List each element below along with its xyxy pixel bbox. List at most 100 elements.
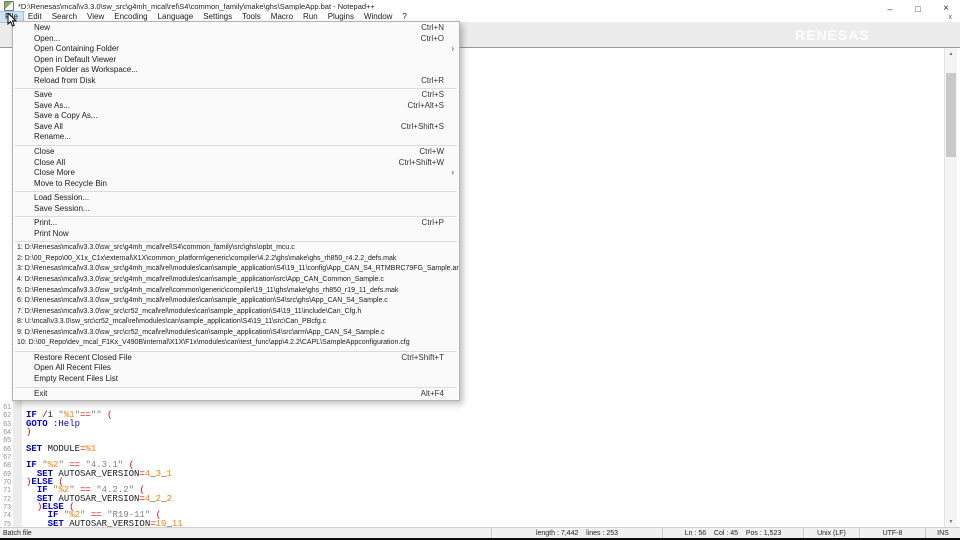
menu-item-shortcut: Alt+F4	[420, 388, 444, 398]
renesas-watermark: RENESAS	[795, 27, 870, 43]
code-line: 67	[0, 453, 940, 461]
menu-item-rename[interactable]: Rename...	[13, 132, 459, 143]
menu-item-label: Open Folder as Workspace...	[34, 65, 138, 75]
code-lines: 61 62 IF /i "%1"=="" (63 GOTO :Help 64) 65 66 S…	[0, 403, 940, 527]
status-doc-type: Batch file	[3, 529, 32, 537]
menu-item-label: Open Containing Folder	[34, 44, 119, 54]
status-bar: Batch file length : 7,442 lines : 253 Ln…	[0, 527, 960, 538]
status-eol-format: Unix (LF)	[803, 528, 859, 538]
code-text: SET MODULE=%1	[26, 443, 97, 454]
menu-item-save[interactable]: Save Ctrl+S	[13, 90, 459, 101]
menu-item-label: 3: D:\Renesas\mcal\v3.3.0\sw_src\g4mh_mc…	[17, 265, 459, 273]
menu-item-open-all-recent-files[interactable]: Open All Recent Files	[13, 363, 459, 374]
menu-item-print-now[interactable]: Print Now	[13, 229, 459, 240]
menu-item-save-as[interactable]: Save As... Ctrl+Alt+S	[13, 101, 459, 112]
code-line: 72 SET AUTOSAR_VERSION=4_2_2	[0, 494, 940, 503]
status-cursor-position: Ln : 56 Col : 45 Pos : 1,523	[662, 528, 803, 538]
menu-item-exit[interactable]: Exit Alt+F4	[13, 389, 459, 400]
menu-item-recent-file[interactable]: 6: D:\Renesas\mcal\v3.3.0\sw_src\g4mh_mc…	[13, 296, 459, 307]
code-text: SET AUTOSAR_VERSION=19_11	[47, 518, 183, 527]
menu-item-label: Move to Recycle Bin	[34, 178, 107, 188]
menu-item-shortcut: Ctrl+S	[421, 90, 444, 100]
menu-item-print[interactable]: Print... Ctrl+P	[13, 218, 459, 229]
file-menu-dropdown: New Ctrl+N Open... Ctrl+O Open Containing Fo…	[12, 21, 460, 402]
menu-item-label: 5: D:\Renesas\mcal\v3.3.0\sw_src\g4mh_mc…	[17, 286, 399, 294]
close-button[interactable]: ×	[932, 0, 960, 17]
menu-item-shortcut: Ctrl+Shift+W	[398, 157, 444, 167]
code-line: 65	[0, 436, 940, 444]
menu-item-recent-file[interactable]: 4: D:\Renesas\mcal\v3.3.0\sw_src\g4mh_mc…	[13, 275, 459, 286]
code-text: GOTO :Help	[26, 418, 81, 429]
notepadpp-app-icon	[4, 1, 14, 11]
menu-item-shortcut: Ctrl+P	[421, 218, 444, 228]
menu-item-reload-from-disk[interactable]: Reload from Disk Ctrl+R	[13, 76, 459, 87]
status-insert-mode: INS	[925, 528, 960, 538]
scroll-up-icon[interactable]: ▲	[945, 48, 957, 59]
menu-item-label: Save a Copy As...	[34, 111, 98, 121]
menu-item-shortcut: Ctrl+R	[421, 75, 444, 85]
menu-item-restore-recent-closed-file[interactable]: Restore Recent Closed File Ctrl+Shift+T	[13, 353, 459, 364]
menu-item-shortcut: Ctrl+W	[419, 147, 444, 157]
menu-item-label: 9: D:\Renesas\mcal\v3.3.0\sw_src\cr52_mc…	[17, 328, 385, 336]
vertical-scrollbar[interactable]: ▲ ▼	[944, 48, 957, 527]
menu-item-label: Restore Recent Closed File	[34, 352, 132, 362]
menu-item-recent-file[interactable]: 8: U:\mcal\v3.3.0\sw_src\cr52_mcal\rel\m…	[13, 317, 459, 328]
minimize-button[interactable]: –	[876, 0, 904, 17]
scrollbar-thumb[interactable]	[946, 73, 956, 157]
window-controls: – □ ×	[876, 0, 960, 18]
menu-item-save-all[interactable]: Save All Ctrl+Shift+S	[13, 122, 459, 133]
code-text: )	[26, 427, 32, 438]
menu-item-save-session[interactable]: Save Session...	[13, 204, 459, 215]
menu-item-recent-file[interactable]: 9: D:\Renesas\mcal\v3.3.0\sw_src\cr52_mc…	[13, 328, 459, 339]
menu-item-shortcut: Ctrl+O	[420, 33, 444, 43]
menu-item-recent-file[interactable]: 5: D:\Renesas\mcal\v3.3.0\sw_src\g4mh_mc…	[13, 286, 459, 297]
menu-item-recent-file[interactable]: 10: D:\00_Repo\dev_mcal_F1Kx_V490B\inter…	[13, 338, 459, 349]
menu-item-recent-file[interactable]: 2: D:\00_Repo\00_X1x_C1x\external\X1X\co…	[13, 254, 459, 265]
menu-item-close[interactable]: Close Ctrl+W	[13, 147, 459, 158]
menu-item-shortcut: Ctrl+Shift+T	[401, 352, 444, 362]
menu-item-open-containing-folder[interactable]: Open Containing Folder ›	[13, 44, 459, 55]
scroll-down-icon[interactable]: ▼	[945, 516, 957, 527]
menu-item-open-in-default-viewer[interactable]: Open in Default Viewer	[13, 55, 459, 66]
code-line: 69 SET AUTOSAR_VERSION=4_3_1	[0, 469, 940, 478]
menu-item-label: 6: D:\Renesas\mcal\v3.3.0\sw_src\g4mh_mc…	[17, 297, 388, 305]
code-line: 64)	[0, 427, 940, 438]
menu-item-label: Save All	[34, 121, 63, 131]
status-length-lines: length : 7,442 lines : 253	[491, 528, 662, 538]
menu-item-label: Close	[34, 147, 55, 157]
menu-item-empty-recent-files-list[interactable]: Empty Recent Files List	[13, 374, 459, 385]
menu-item-close-all[interactable]: Close All Ctrl+Shift+W	[13, 158, 459, 169]
menu-item-label: 10: D:\00_Repo\dev_mcal_F1Kx_V490B\inter…	[17, 339, 410, 347]
menu-item-recent-file[interactable]: 1: D:\Renesas\mcal\v3.3.0\sw_src\g4mh_mc…	[13, 243, 459, 254]
menu-item-label: Empty Recent Files List	[34, 373, 119, 383]
title-bar: *D:\Renesas\mcal\v3.3.0\sw_src\g4mh_mcal…	[0, 0, 960, 12]
menu-item-move-to-recycle-bin[interactable]: Move to Recycle Bin	[13, 179, 459, 190]
menu-item-open-folder-as-workspace[interactable]: Open Folder as Workspace...	[13, 65, 459, 76]
window-title: *D:\Renesas\mcal\v3.3.0\sw_src\g4mh_mcal…	[18, 1, 375, 11]
code-line: 61	[0, 403, 940, 411]
menu-item-close-more[interactable]: Close More ›	[13, 168, 459, 179]
menu-item-label: Reload from Disk	[34, 75, 96, 85]
menu-item-label: New	[34, 23, 51, 32]
menu-item-label: Open...	[34, 33, 61, 43]
maximize-button[interactable]: □	[904, 0, 932, 17]
menu-item-label: Print...	[34, 218, 58, 228]
menu-item-label: 4: D:\Renesas\mcal\v3.3.0\sw_src\g4mh_mc…	[17, 276, 384, 284]
menu-item-recent-file[interactable]: 7: D:\Renesas\mcal\v3.3.0\sw_src\cr52_mc…	[13, 307, 459, 318]
menu-item-label: Save	[34, 90, 53, 100]
menu-item-open[interactable]: Open... Ctrl+O	[13, 34, 459, 45]
menu-item-label: Close More	[34, 168, 75, 178]
code-line: 75 SET AUTOSAR_VERSION=19_11	[0, 518, 940, 527]
submenu-arrow-icon: ›	[451, 168, 454, 178]
menu-item-label: 2: D:\00_Repo\00_X1x_C1x\external\X1X\co…	[17, 254, 397, 262]
mouse-cursor	[7, 13, 18, 27]
submenu-arrow-icon: ›	[451, 44, 454, 54]
menu-item-new[interactable]: New Ctrl+N	[13, 23, 459, 34]
document-close-icon[interactable]: x	[949, 14, 953, 21]
menu-item-load-session[interactable]: Load Session...	[13, 193, 459, 204]
menu-item-label: Close All	[34, 157, 66, 167]
menu-item-label: Exit	[34, 388, 48, 398]
menu-item-save-a-copy-as[interactable]: Save a Copy As...	[13, 111, 459, 122]
menu-item-recent-file[interactable]: 3: D:\Renesas\mcal\v3.3.0\sw_src\g4mh_mc…	[13, 264, 459, 275]
menu-item-shortcut: Ctrl+N	[421, 23, 444, 32]
